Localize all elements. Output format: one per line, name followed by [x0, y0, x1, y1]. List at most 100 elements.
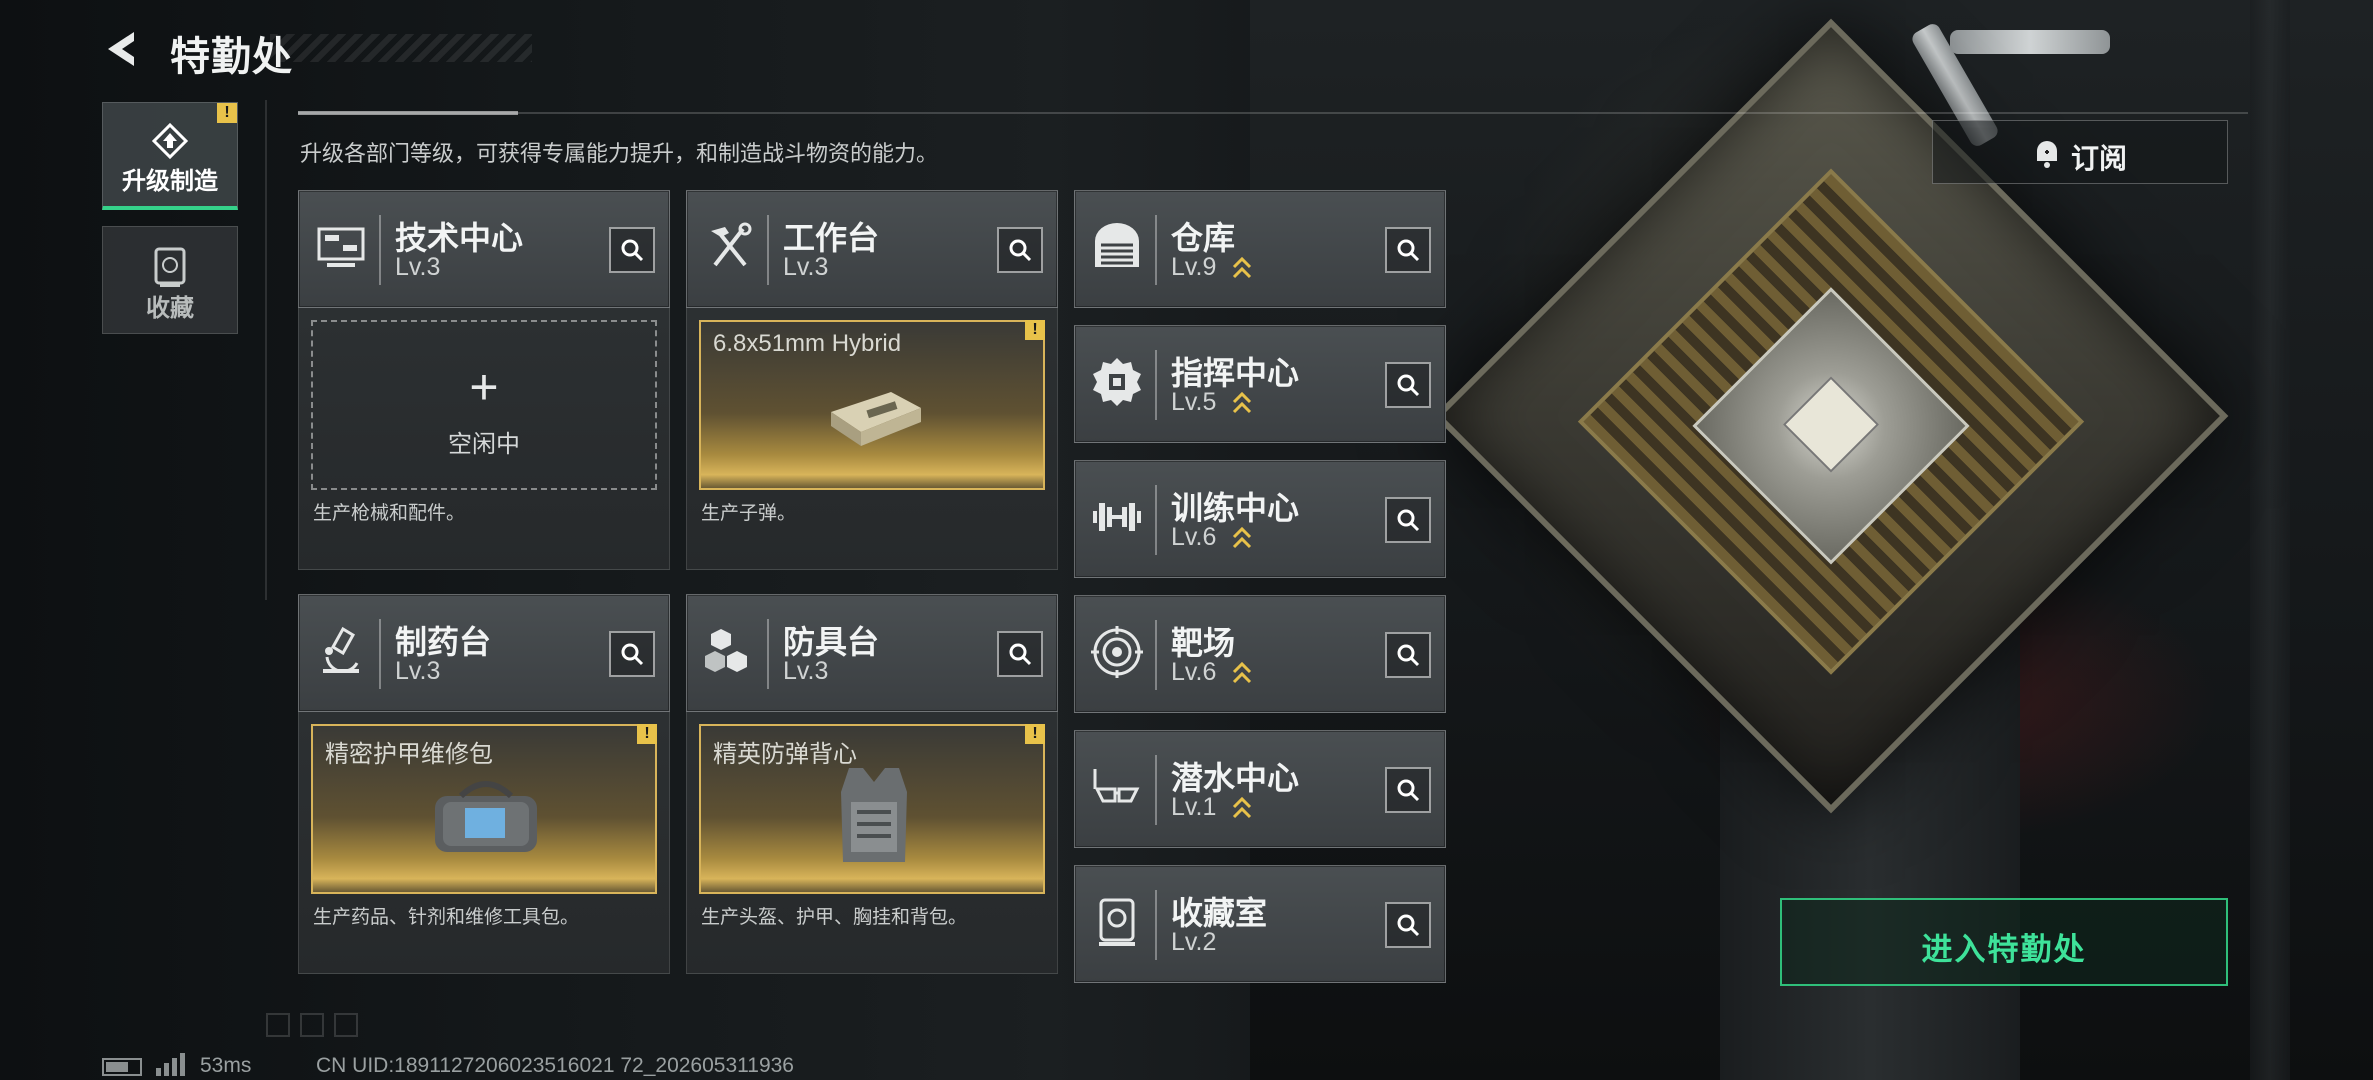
collection-room-icon [1099, 898, 1135, 946]
upgrade-available-icon [1232, 661, 1252, 684]
page-title: 特勤处 [170, 35, 293, 79]
inspect-button[interactable] [609, 631, 655, 677]
enter-special-ops-button[interactable]: 进入特勤处 [1780, 898, 2228, 986]
facility-card-command-center[interactable]: 指挥中心 Lv.5 [1074, 325, 1446, 443]
armor-cubes-icon [705, 629, 747, 672]
search-icon [1397, 239, 1420, 262]
hammer-wrench-icon [711, 222, 752, 267]
facility-card-armor-bench[interactable]: 防具台 Lv.3 [686, 594, 1058, 712]
facility-level: Lv.5 [1171, 388, 1217, 416]
facility-card-workbench[interactable]: 工作台 Lv.3 [686, 190, 1058, 308]
warning-badge: ! [637, 724, 657, 744]
facility-card-training-center[interactable]: 训练中心 Lv.6 [1074, 460, 1446, 578]
search-icon [1397, 644, 1420, 667]
nav-divider [265, 100, 267, 600]
robot-arm-upper [1950, 30, 2110, 54]
battery-icon [102, 1058, 142, 1076]
facility-level: Lv.3 [395, 253, 441, 281]
facility-level: Lv.9 [1171, 253, 1217, 281]
background-pillar [2250, 0, 2290, 1080]
inspect-button[interactable] [609, 227, 655, 273]
production-panel-armor-bench: ! 精英防弹背心 生产头盔、护甲、胸挂和背包。 [686, 712, 1058, 974]
search-icon [1397, 509, 1420, 532]
facility-card-warehouse[interactable]: 仓库 Lv.9 [1074, 190, 1446, 308]
back-arrow-icon [108, 32, 134, 66]
add-icon: + [469, 359, 499, 415]
search-icon [1397, 779, 1420, 802]
card-divider [1155, 485, 1157, 555]
facility-description: 生产头盔、护甲、胸挂和背包。 [701, 907, 968, 928]
card-divider [767, 619, 769, 689]
page-subtitle: 升级各部门等级，可获得专属能力提升，和制造战斗物资的能力。 [300, 141, 939, 166]
inspect-button[interactable] [997, 227, 1043, 273]
nav-upgrade-craft[interactable]: ! 升级制造 [102, 102, 238, 210]
ping-readout: 53ms [200, 1054, 252, 1077]
nav-label: 升级制造 [122, 168, 218, 195]
warning-badge: ! [1025, 320, 1045, 340]
inspect-button[interactable] [1385, 362, 1431, 408]
facility-description: 生产药品、针剂和维修工具包。 [313, 907, 580, 928]
facility-card-tech-center[interactable]: 技术中心 Lv.3 [298, 190, 670, 308]
facility-card-pharmacy[interactable]: 制药台 Lv.3 [298, 594, 670, 712]
target-icon [1091, 626, 1143, 678]
facility-level: Lv.3 [783, 657, 829, 685]
search-icon [621, 643, 644, 666]
production-panel-tech-center: + 空闲中 生产枪械和配件。 [298, 308, 670, 570]
facility-level: Lv.2 [1171, 928, 1217, 956]
warehouse-icon [1095, 223, 1139, 267]
facility-level: Lv.1 [1171, 793, 1217, 821]
facility-level: Lv.6 [1171, 658, 1217, 686]
card-divider [767, 215, 769, 285]
card-divider [1155, 890, 1157, 960]
production-slot-active[interactable]: ! 精密护甲维修包 [311, 724, 657, 894]
inspect-button[interactable] [1385, 767, 1431, 813]
inspect-button[interactable] [1385, 632, 1431, 678]
card-divider [1155, 350, 1157, 420]
production-slot-empty[interactable]: + 空闲中 [311, 320, 657, 490]
subscribe-button[interactable]: 订阅 [1932, 120, 2228, 184]
facility-card-diving-center[interactable]: 潜水中心 Lv.1 [1074, 730, 1446, 848]
search-icon [1397, 914, 1420, 937]
card-divider [1155, 620, 1157, 690]
production-panel-pharmacy: ! 精密护甲维修包 生产药品、针剂和维修工具包。 [298, 712, 670, 974]
collection-icon [154, 247, 186, 287]
back-button[interactable] [100, 26, 146, 72]
ammo-box-icon [831, 392, 921, 446]
search-icon [1009, 239, 1032, 262]
upgrade-available-icon [1232, 391, 1252, 414]
diving-mask-icon [1093, 769, 1140, 803]
warning-badge: ! [1025, 724, 1045, 744]
signal-icon [156, 1053, 185, 1076]
search-icon [1397, 374, 1420, 397]
subscribe-label: 订阅 [2071, 143, 2128, 174]
card-divider [1155, 215, 1157, 285]
warning-badge: ! [217, 103, 237, 123]
upgrade-icon [151, 122, 189, 160]
facility-card-collection-room[interactable]: 收藏室 Lv.2 [1074, 865, 1446, 983]
header-divider [298, 111, 2248, 115]
crate-inner-frame [1577, 168, 2085, 675]
inspect-button[interactable] [1385, 227, 1431, 273]
facility-description: 生产子弹。 [701, 503, 797, 524]
nav-label: 收藏 [146, 295, 194, 322]
facility-level: Lv.6 [1171, 523, 1217, 551]
facility-level: Lv.3 [395, 657, 441, 685]
inspect-button[interactable] [1385, 497, 1431, 543]
producing-item-name: 6.8x51mm Hybrid [713, 330, 902, 357]
decorative-marks [266, 1013, 358, 1037]
card-divider [379, 215, 381, 285]
upgrade-available-icon [1232, 256, 1252, 279]
bell-plus-icon [2037, 141, 2057, 168]
user-uid: CN UID:1891127206023516021 72_2026053119… [316, 1054, 794, 1077]
production-slot-active[interactable]: ! 精英防弹背心 [699, 724, 1045, 894]
inspect-button[interactable] [997, 631, 1043, 677]
facility-card-shooting-range[interactable]: 靶场 Lv.6 [1074, 595, 1446, 713]
dumbbell-icon [1093, 503, 1141, 531]
facility-description: 生产枪械和配件。 [313, 503, 466, 524]
crate-core [1692, 287, 1970, 565]
enter-label: 进入特勤处 [1921, 932, 2087, 967]
slot-status: 空闲中 [448, 431, 520, 458]
nav-collection[interactable]: 收藏 [102, 226, 238, 334]
production-slot-active[interactable]: ! 6.8x51mm Hybrid [699, 320, 1045, 490]
inspect-button[interactable] [1385, 902, 1431, 948]
